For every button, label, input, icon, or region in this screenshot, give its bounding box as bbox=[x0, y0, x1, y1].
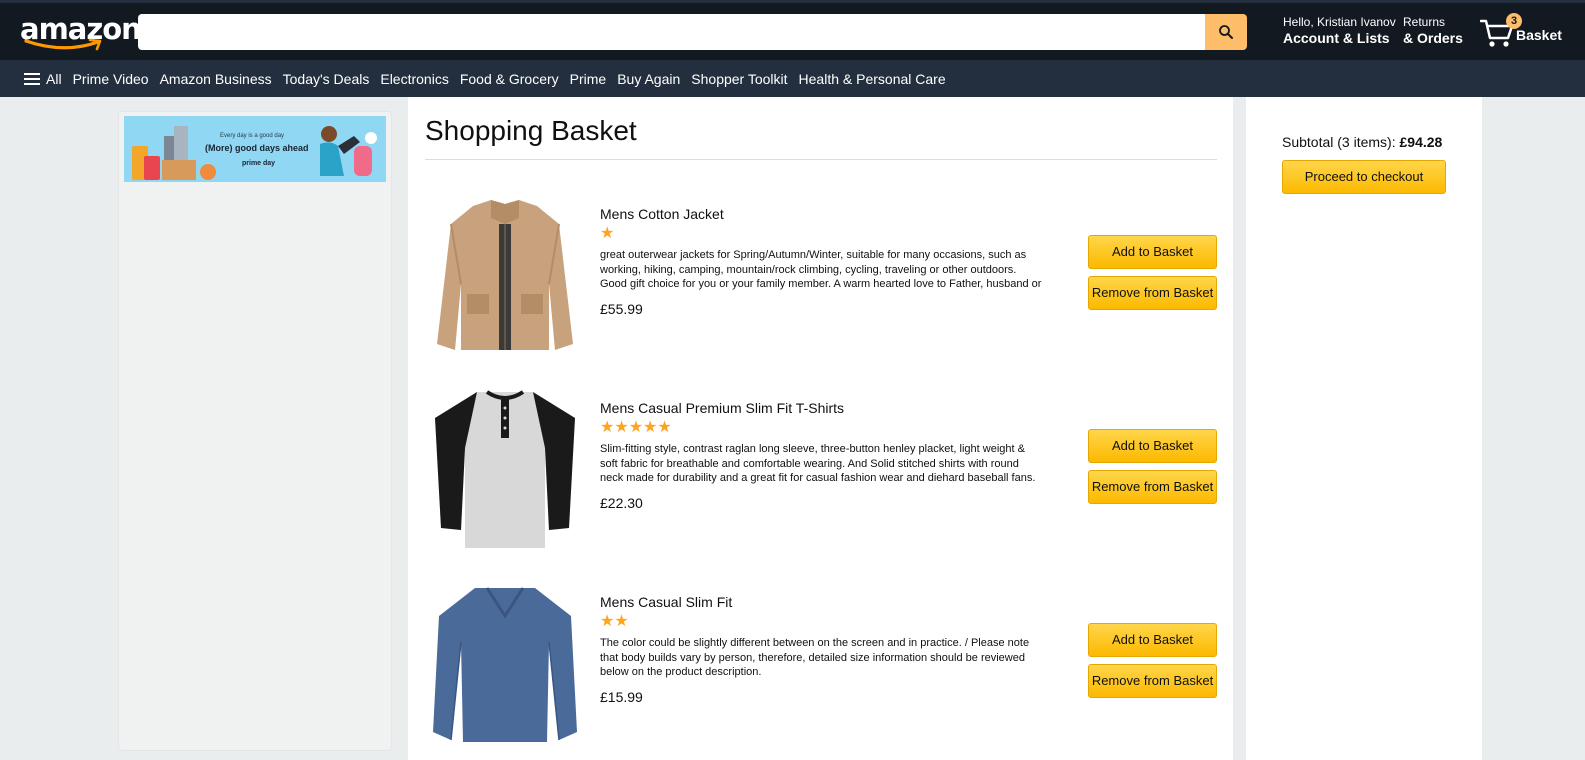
title-divider bbox=[425, 159, 1217, 160]
star-rating: ★ bbox=[600, 225, 615, 242]
amazon-logo[interactable]: amazon bbox=[20, 12, 142, 51]
product-description: The color could be slightly different be… bbox=[600, 637, 1030, 678]
page-title: Shopping Basket bbox=[425, 115, 637, 146]
product-price: £55.99 bbox=[600, 301, 643, 317]
product-description: Slim-fitting style, contrast raglan long… bbox=[600, 443, 1036, 484]
nav-all-menu[interactable]: All bbox=[24, 70, 62, 88]
nav-item-prime[interactable]: Prime bbox=[570, 71, 607, 87]
banner-prime-day: prime day bbox=[242, 160, 276, 167]
nav-item-prime-video[interactable]: Prime Video bbox=[73, 71, 149, 87]
add-to-basket-button[interactable]: Add to Basket bbox=[1088, 235, 1217, 269]
shopping-basket-panel: Shopping Basket Mens Cotton Jacket ★ gre… bbox=[408, 97, 1233, 760]
star-rating: ★★★★★ bbox=[600, 419, 672, 436]
product-info: Mens Casual Slim Fit ★★ The color could … bbox=[600, 593, 1045, 705]
search-bar bbox=[138, 14, 1247, 50]
search-input[interactable] bbox=[138, 14, 1205, 50]
product-price: £15.99 bbox=[600, 689, 643, 705]
nav-item-electronics[interactable]: Electronics bbox=[380, 71, 448, 87]
product-title[interactable]: Mens Casual Premium Slim Fit T-Shirts bbox=[600, 399, 1045, 417]
nav-item-shopper-toolkit[interactable]: Shopper Toolkit bbox=[691, 71, 787, 87]
item-actions: Add to Basket Remove from Basket bbox=[1088, 429, 1217, 511]
search-button[interactable] bbox=[1205, 14, 1247, 50]
product-title[interactable]: Mens Cotton Jacket bbox=[600, 205, 1045, 223]
product-description: great outerwear jackets for Spring/Autum… bbox=[600, 249, 1042, 290]
basket-link[interactable]: 3 Basket bbox=[1480, 12, 1570, 52]
basket-item: Mens Casual Slim Fit ★★ The color could … bbox=[425, 582, 1217, 752]
logo-smile-icon bbox=[24, 38, 102, 51]
left-column: Every day is a good day (More) good days… bbox=[118, 111, 392, 751]
prime-day-banner[interactable]: Every day is a good day (More) good days… bbox=[124, 116, 386, 182]
item-actions: Add to Basket Remove from Basket bbox=[1088, 235, 1217, 317]
nav-all-label: All bbox=[46, 70, 62, 87]
product-price: £22.30 bbox=[600, 495, 643, 511]
top-header: amazon Hello, Kristian Ivanov Account & … bbox=[0, 0, 1585, 60]
account-lists-label: Account & Lists bbox=[1283, 30, 1390, 46]
proceed-to-checkout-button[interactable]: Proceed to checkout bbox=[1282, 160, 1446, 194]
add-to-basket-button[interactable]: Add to Basket bbox=[1088, 429, 1217, 463]
remove-from-basket-button[interactable]: Remove from Basket bbox=[1088, 276, 1217, 310]
account-greeting: Hello, Kristian Ivanov bbox=[1283, 15, 1396, 29]
product-image-longsleeve[interactable] bbox=[425, 582, 585, 752]
product-info: Mens Cotton Jacket ★ great outerwear jac… bbox=[600, 205, 1045, 317]
remove-from-basket-button[interactable]: Remove from Basket bbox=[1088, 470, 1217, 504]
product-image-tshirt[interactable] bbox=[425, 388, 585, 558]
orders-label: & Orders bbox=[1403, 30, 1463, 46]
product-title[interactable]: Mens Casual Slim Fit bbox=[600, 593, 1045, 611]
order-summary: Subtotal (3 items): £94.28 Proceed to ch… bbox=[1246, 97, 1482, 760]
banner-headline: (More) good days ahead bbox=[205, 143, 309, 153]
add-to-basket-button[interactable]: Add to Basket bbox=[1088, 623, 1217, 657]
subtotal-label: Subtotal (3 items): bbox=[1282, 134, 1396, 150]
remove-from-basket-button[interactable]: Remove from Basket bbox=[1088, 664, 1217, 698]
basket-item: Mens Casual Premium Slim Fit T-Shirts ★★… bbox=[425, 388, 1217, 558]
subtotal: Subtotal (3 items): £94.28 bbox=[1282, 134, 1442, 150]
nav-item-food-grocery[interactable]: Food & Grocery bbox=[460, 71, 559, 87]
nav-item-health-personal-care[interactable]: Health & Personal Care bbox=[799, 71, 946, 87]
hamburger-icon bbox=[24, 70, 40, 88]
star-rating: ★★ bbox=[600, 613, 629, 630]
product-image-jacket[interactable] bbox=[425, 194, 585, 364]
item-actions: Add to Basket Remove from Basket bbox=[1088, 623, 1217, 705]
subtotal-value: £94.28 bbox=[1399, 134, 1443, 150]
top-strip bbox=[0, 0, 1585, 3]
returns-orders-link[interactable]: Returns & Orders bbox=[1403, 15, 1463, 47]
product-info: Mens Casual Premium Slim Fit T-Shirts ★★… bbox=[600, 399, 1045, 511]
basket-label: Basket bbox=[1516, 27, 1562, 43]
nav-item-buy-again[interactable]: Buy Again bbox=[617, 71, 680, 87]
nav-item-amazon-business[interactable]: Amazon Business bbox=[160, 71, 272, 87]
banner-tagline: Every day is a good day bbox=[220, 133, 285, 139]
basket-item: Mens Cotton Jacket ★ great outerwear jac… bbox=[425, 194, 1217, 364]
account-menu[interactable]: Hello, Kristian Ivanov Account & Lists bbox=[1283, 15, 1396, 47]
search-icon bbox=[1219, 25, 1233, 39]
nav-bar: All Prime Video Amazon Business Today's … bbox=[0, 60, 1585, 97]
returns-label: Returns bbox=[1403, 15, 1446, 29]
nav-item-todays-deals[interactable]: Today's Deals bbox=[283, 71, 370, 87]
